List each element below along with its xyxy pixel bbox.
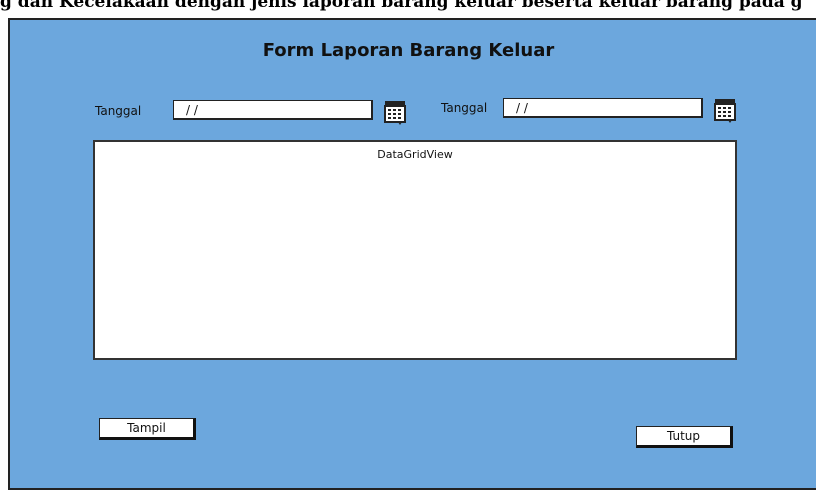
calendar-icon[interactable] [384, 100, 406, 126]
calendar-icon[interactable] [714, 98, 736, 124]
date-to-input[interactable]: / / [503, 98, 703, 118]
date-from-input[interactable]: / / [173, 100, 373, 120]
show-button[interactable]: Tampil [99, 418, 196, 440]
data-grid-view[interactable]: DataGridView [93, 140, 737, 360]
close-button[interactable]: Tutup [636, 426, 733, 448]
date-to-label: Tanggal [441, 101, 488, 115]
document-caption: g dan Kecelakaan dengan jenis laporan ba… [0, 0, 803, 12]
data-grid-label: DataGridView [377, 148, 453, 161]
form-title: Form Laporan Barang Keluar [262, 40, 555, 61]
date-from-label: Tanggal [95, 104, 142, 118]
